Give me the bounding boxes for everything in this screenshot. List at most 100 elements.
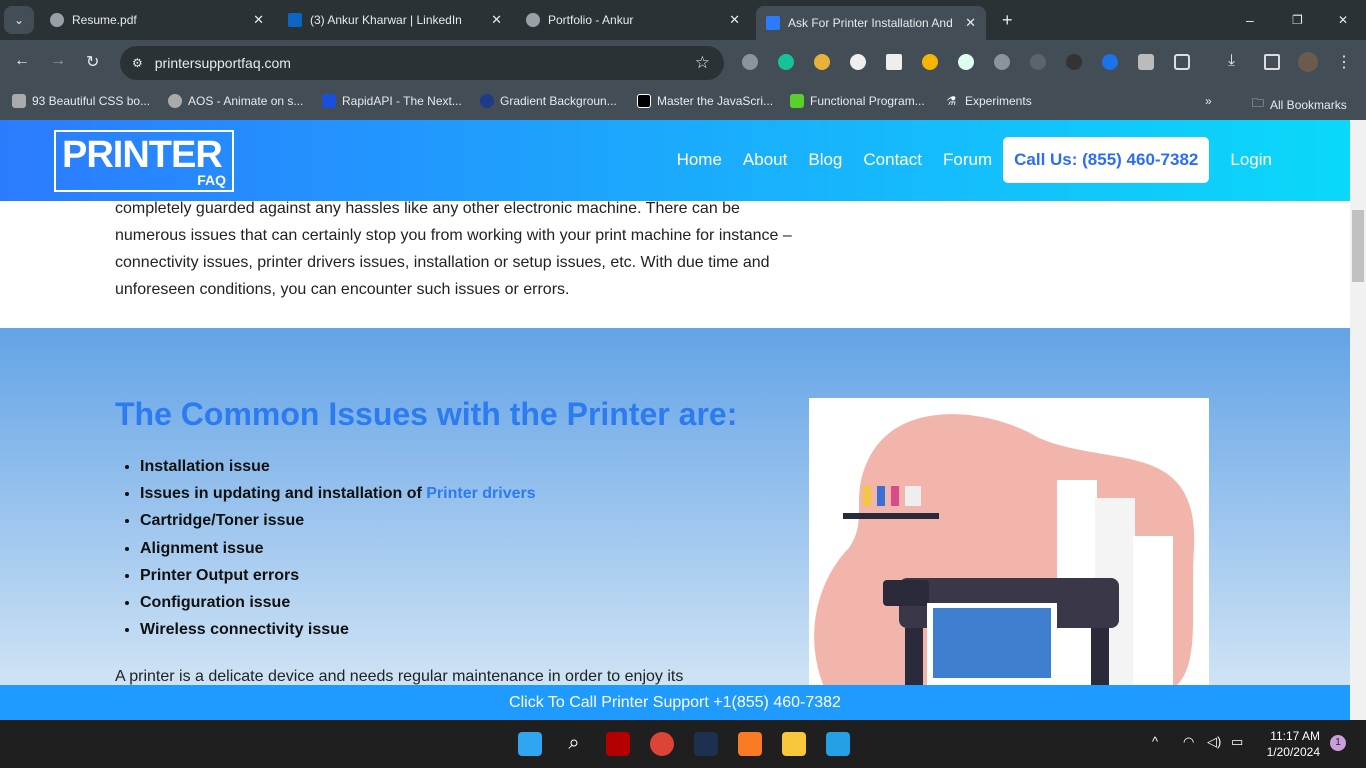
side-panel-icon[interactable] — [1264, 54, 1280, 70]
chrome-icon[interactable] — [650, 732, 674, 756]
extension-icon[interactable] — [1138, 54, 1154, 70]
bookmark-label: Master the JavaScri... — [657, 94, 774, 108]
tab-printer-faq[interactable]: Ask For Printer Installation And ✕ — [756, 6, 986, 40]
tab-strip: ⌄ Resume.pdf ✕ (3) Ankur Kharwar | Linked… — [0, 0, 1366, 40]
bookmark-item[interactable]: 93 Beautiful CSS bo... — [12, 94, 150, 108]
forward-icon[interactable]: → — [50, 52, 66, 70]
clock[interactable]: 11:17 AM 1/20/2024 — [1267, 728, 1320, 760]
close-icon[interactable]: ✕ — [253, 12, 264, 28]
extension-icon[interactable] — [886, 54, 902, 70]
extensions-puzzle-icon[interactable] — [1174, 54, 1190, 70]
xampp-icon[interactable] — [738, 732, 762, 756]
site-info-icon[interactable]: ⚙ — [132, 56, 143, 70]
taskbar: ⌕ ^ ◠ ◁) ▭ 11:17 AM 1/20/2024 1 — [0, 720, 1366, 768]
download-icon[interactable]: ⤓ — [1228, 52, 1235, 70]
vscode-icon[interactable] — [826, 732, 850, 756]
bookmark-label: Experiments — [965, 94, 1032, 108]
url-text[interactable]: printersupportfaq.com — [155, 55, 291, 71]
extension-icon[interactable] — [1102, 54, 1118, 70]
close-window-button[interactable]: ✕ — [1328, 6, 1358, 34]
site-header: PRINTER FAQ Home About Blog Contact Forum… — [0, 120, 1350, 201]
tab-portfolio[interactable]: Portfolio - Ankur ✕ — [516, 6, 750, 34]
bookmark-item[interactable]: RapidAPI - The Next... — [322, 94, 462, 108]
globe-icon — [526, 13, 540, 27]
nav-contact[interactable]: Contact — [863, 150, 922, 170]
printer-illustration — [809, 398, 1209, 698]
list-item: Configuration issue — [140, 589, 536, 616]
click-to-call-bar[interactable]: Click To Call Printer Support +1(855) 46… — [0, 685, 1350, 720]
extension-icon[interactable] — [1066, 54, 1082, 70]
bookmark-label: Gradient Backgroun... — [500, 94, 617, 108]
bookmark-item[interactable]: ⚗ Experiments — [945, 94, 1032, 108]
browser-toolbar: ← → ↻ ⚙ printersupportfaq.com ☆ ⤓ ⋮ — [0, 40, 1366, 86]
common-issues-section: The Common Issues with the Printer are: … — [0, 328, 1350, 720]
restore-button[interactable]: ❐ — [1282, 6, 1313, 34]
extension-icon[interactable] — [958, 54, 974, 70]
list-item: Alignment issue — [140, 535, 536, 562]
scrollbar-thumb[interactable] — [1352, 210, 1364, 282]
notification-badge[interactable]: 1 — [1330, 735, 1346, 751]
back-icon[interactable]: ← — [14, 52, 30, 70]
extension-icon[interactable] — [742, 54, 758, 70]
extension-icon[interactable] — [814, 54, 830, 70]
issues-list: Installation issue Issues in updating an… — [140, 453, 536, 643]
nav-blog[interactable]: Blog — [808, 150, 842, 170]
date: 1/20/2024 — [1266, 745, 1320, 759]
windows-start-icon[interactable] — [518, 732, 542, 756]
wifi-icon[interactable]: ◠ — [1183, 734, 1194, 750]
extension-icon[interactable] — [850, 54, 866, 70]
react-devtools-icon[interactable] — [994, 54, 1010, 70]
reload-icon[interactable]: ↻ — [86, 52, 99, 72]
tray-chevron-icon[interactable]: ^ — [1152, 734, 1158, 749]
more-bookmarks-button[interactable]: » — [1205, 94, 1212, 108]
all-bookmarks-button[interactable]: 🗀 All Bookmarks — [1252, 94, 1347, 115]
bookmarks-bar: 93 Beautiful CSS bo... AOS - Animate on … — [0, 86, 1366, 120]
tab-linkedin[interactable]: (3) Ankur Kharwar | LinkedIn ✕ — [278, 6, 512, 34]
bookmark-label: 93 Beautiful CSS bo... — [32, 94, 151, 108]
section-heading: The Common Issues with the Printer are: — [115, 396, 738, 432]
call-us-button[interactable]: Call Us: (855) 460-7382 — [1003, 137, 1210, 183]
tab-title: (3) Ankur Kharwar | LinkedIn — [310, 13, 462, 27]
nav-login[interactable]: Login — [1230, 150, 1272, 170]
printer-drivers-link[interactable]: Printer drivers — [426, 485, 535, 502]
grammarly-icon[interactable] — [778, 54, 794, 70]
filezilla-icon[interactable] — [606, 732, 630, 756]
bookmark-item[interactable]: Gradient Backgroun... — [480, 94, 617, 108]
main-nav: Home About Blog Contact Forum Call Us: (… — [677, 137, 1272, 183]
minimize-button[interactable]: – — [1236, 6, 1264, 34]
extension-icon[interactable] — [922, 54, 938, 70]
bookmark-item[interactable]: AOS - Animate on s... — [168, 94, 303, 108]
tab-search-button[interactable]: ⌄ — [4, 6, 34, 34]
close-icon[interactable]: ✕ — [965, 15, 976, 31]
battery-icon[interactable]: ▭ — [1231, 734, 1243, 750]
close-icon[interactable]: ✕ — [729, 12, 740, 28]
volume-icon[interactable]: ◁) — [1207, 734, 1221, 750]
app-icon[interactable] — [694, 732, 718, 756]
file-explorer-icon[interactable] — [782, 732, 806, 756]
scrollbar[interactable] — [1350, 120, 1366, 720]
address-bar[interactable]: ⚙ printersupportfaq.com ☆ — [120, 46, 724, 80]
bookmark-label: Functional Program... — [810, 94, 925, 108]
nav-about[interactable]: About — [743, 150, 787, 170]
tab-resume[interactable]: Resume.pdf ✕ — [40, 6, 274, 34]
new-tab-button[interactable]: + — [992, 6, 1023, 34]
star-icon[interactable]: ☆ — [695, 53, 710, 73]
list-item: Cartridge/Toner issue — [140, 507, 536, 534]
list-item: Wireless connectivity issue — [140, 616, 536, 643]
globe-icon — [50, 13, 64, 27]
page-content: completely guarded against any hassles l… — [0, 120, 1350, 720]
close-icon[interactable]: ✕ — [491, 12, 502, 28]
folder-icon: 🗀 — [1252, 96, 1265, 110]
avatar[interactable] — [1298, 52, 1318, 72]
bookmark-item[interactable]: Master the JavaScri... — [637, 94, 773, 108]
bookmark-item[interactable]: Functional Program... — [790, 94, 925, 108]
tab-title: Ask For Printer Installation And — [788, 16, 953, 30]
search-icon[interactable]: ⌕ — [562, 732, 586, 756]
extension-icon[interactable] — [1030, 54, 1046, 70]
list-item-text: Issues in updating and installation of — [140, 485, 427, 503]
menu-icon[interactable]: ⋮ — [1336, 52, 1352, 72]
nav-forum[interactable]: Forum — [943, 150, 992, 170]
nav-home[interactable]: Home — [677, 150, 722, 170]
site-logo[interactable]: PRINTER FAQ — [54, 130, 234, 192]
tab-title: Resume.pdf — [72, 13, 137, 27]
